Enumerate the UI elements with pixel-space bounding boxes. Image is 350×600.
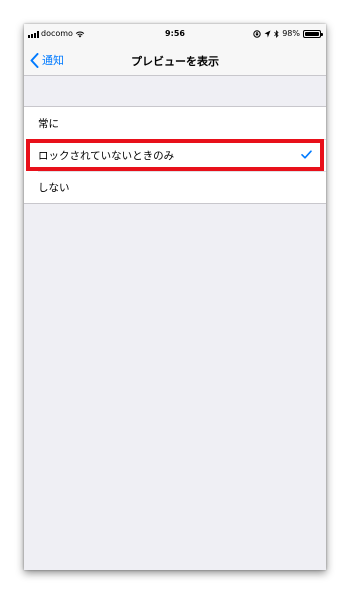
bluetooth-icon (274, 29, 279, 38)
phone-screen: docomo 9:56 98% 通知 プレビューを表示 常に ロックされていない… (24, 24, 326, 570)
option-label: ロックされていないときのみ (38, 149, 175, 162)
checkmark-icon (301, 150, 312, 159)
status-bar: docomo 9:56 98% (24, 24, 326, 44)
orientation-lock-icon (253, 29, 261, 38)
option-label: しない (38, 181, 70, 194)
page-title: プレビューを表示 (131, 55, 219, 68)
option-when-unlocked[interactable]: ロックされていないときのみ (24, 139, 326, 171)
option-always[interactable]: 常に (24, 107, 326, 139)
option-never[interactable]: しない (24, 171, 326, 203)
navigation-bar: 通知 プレビューを表示 (24, 44, 326, 76)
battery-icon (303, 29, 323, 38)
location-arrow-icon (264, 30, 271, 37)
battery-level-fill (305, 31, 319, 36)
screenshot-frame: docomo 9:56 98% 通知 プレビューを表示 常に ロックされていない… (0, 0, 350, 600)
status-right: 98% (253, 29, 323, 38)
option-label: 常に (38, 117, 59, 130)
battery-percentage: 98% (282, 29, 300, 38)
preview-options-list: 常に ロックされていないときのみ しない (24, 106, 326, 204)
